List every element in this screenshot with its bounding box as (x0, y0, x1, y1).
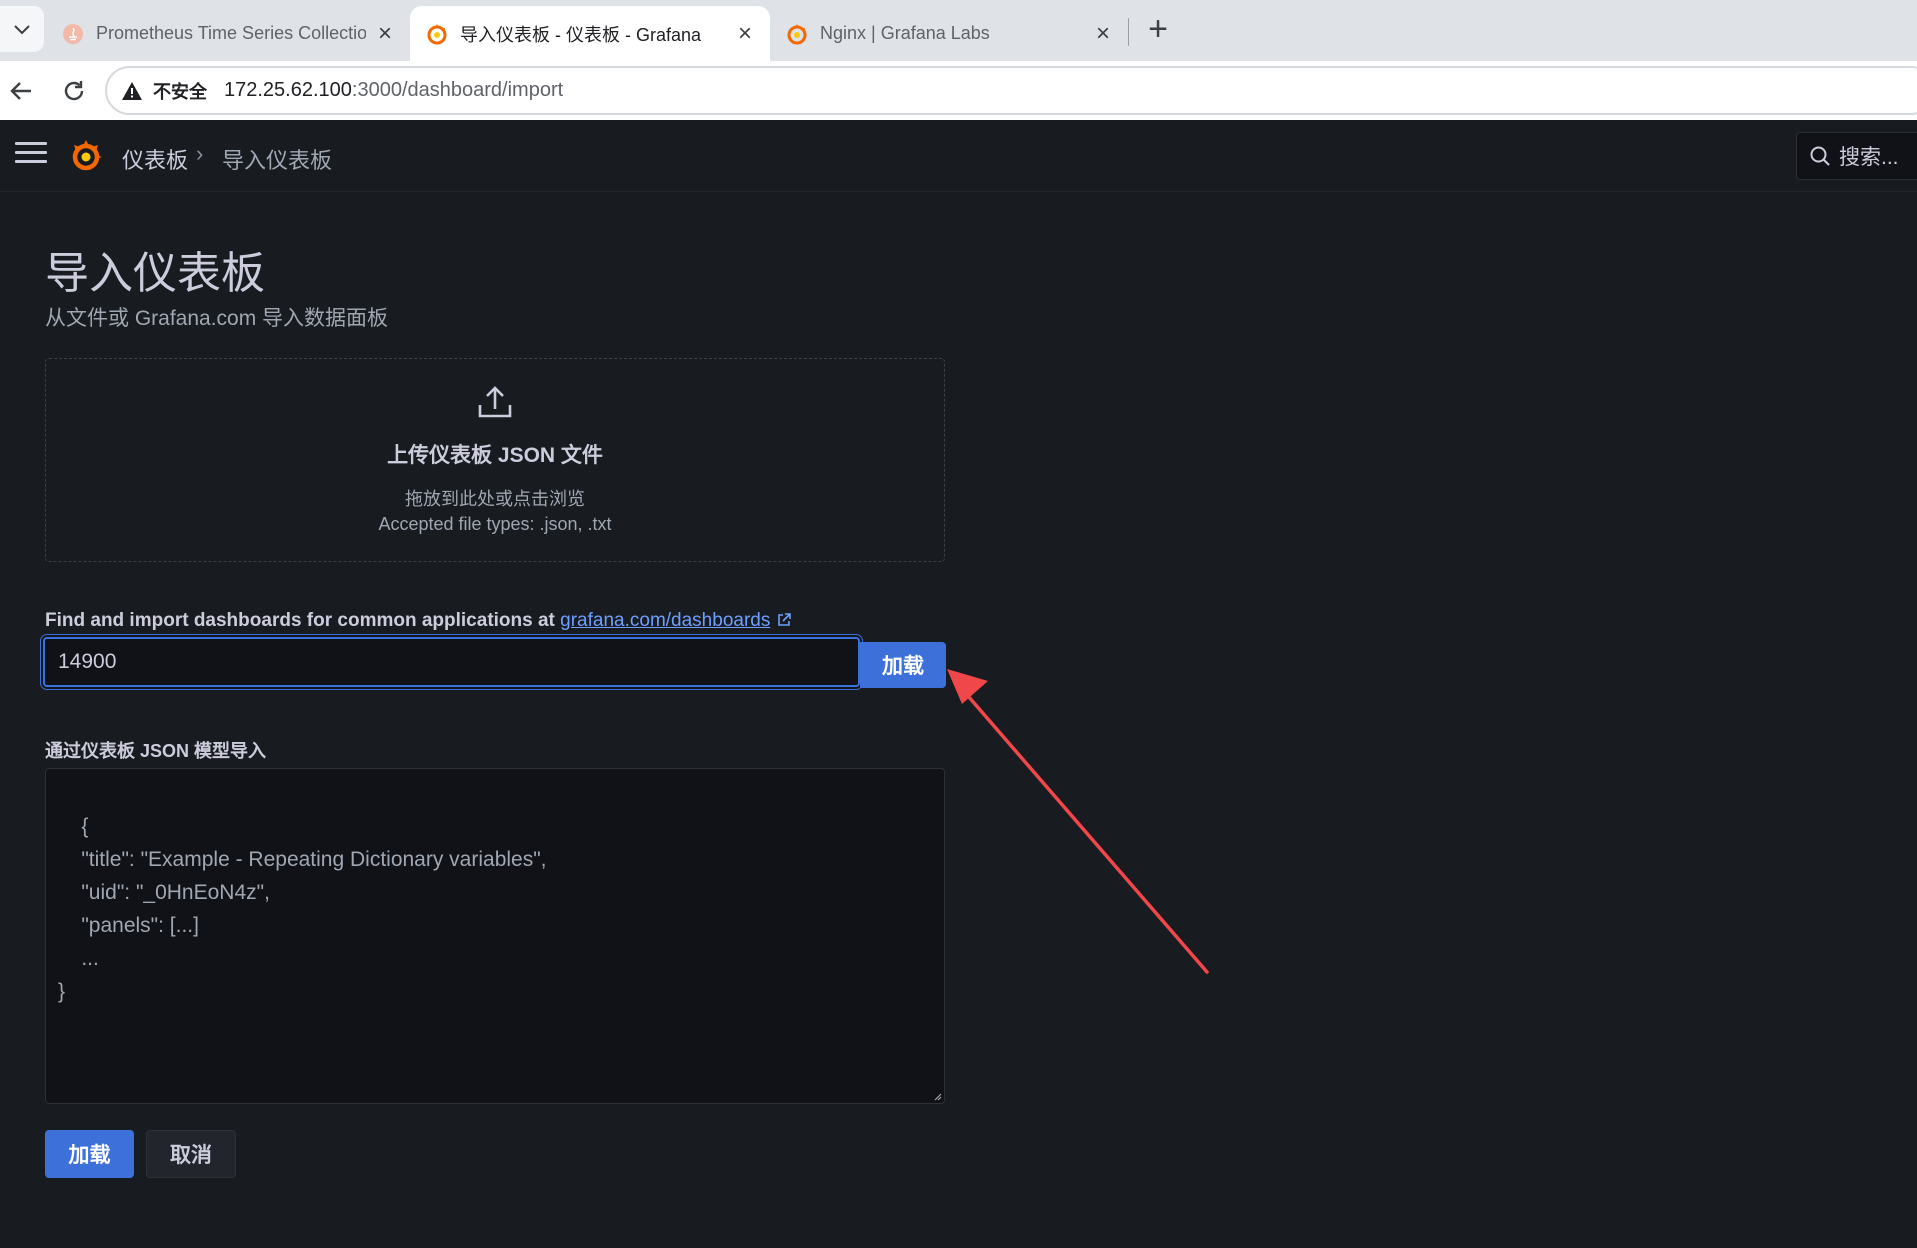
url-field[interactable]: 不安全 172.25.62.100:3000/dashboard/import (105, 66, 1917, 115)
search-input[interactable]: 搜索... (1796, 132, 1917, 180)
grafana-icon (787, 23, 807, 44)
reload-button[interactable] (58, 75, 90, 107)
search-icon (1810, 146, 1830, 166)
address-bar: 不安全 172.25.62.100:3000/dashboard/import (0, 61, 1917, 120)
upload-hint: 拖放到此处或点击浏览 (405, 489, 585, 509)
breadcrumb-dashboards[interactable]: 仪表板 (122, 143, 188, 175)
upload-accepted-types: Accepted file types: .json, .txt (378, 514, 612, 534)
tab-nginx[interactable]: Nginx | Grafana Labs × (770, 6, 1128, 61)
tab-list-button[interactable] (0, 6, 44, 52)
tab-divider (1128, 18, 1129, 46)
page-title: 导入仪表板 (45, 249, 265, 298)
grafana-top-bar: 仪表板 › 导入仪表板 搜索... (0, 120, 1917, 192)
json-model-placeholder: { "title": "Example - Repeating Dictiona… (58, 815, 547, 1003)
find-label-text: Find and import dashboards for common ap… (45, 610, 561, 631)
reload-icon (64, 81, 84, 101)
find-dashboards-label: Find and import dashboards for common ap… (45, 610, 792, 632)
close-icon[interactable]: × (1092, 21, 1114, 45)
close-icon[interactable]: × (374, 21, 396, 45)
resize-grip-icon[interactable] (932, 1091, 942, 1101)
close-icon[interactable]: × (734, 21, 756, 45)
upload-icon (478, 386, 512, 418)
search-placeholder: 搜索... (1839, 146, 1899, 169)
tab-grafana-import[interactable]: 导入仪表板 - 仪表板 - Grafana × (410, 6, 770, 61)
tab-title: Prometheus Time Series Collection (96, 23, 366, 43)
chevron-down-icon (14, 25, 30, 35)
back-button[interactable] (5, 75, 37, 107)
json-model-textarea[interactable]: { "title": "Example - Repeating Dictiona… (45, 768, 945, 1104)
prometheus-icon (63, 23, 83, 44)
page-subtitle: 从文件或 Grafana.com 导入数据面板 (45, 307, 389, 330)
grafana-icon (427, 23, 447, 44)
dashboard-id-input[interactable] (43, 637, 860, 687)
url-host: 172.25.62.100 (224, 79, 352, 101)
grafana-dashboards-link[interactable]: grafana.com/dashboards (560, 610, 770, 631)
tab-title: Nginx | Grafana Labs (820, 23, 990, 43)
new-tab-button[interactable]: + (1142, 12, 1174, 48)
tab-prometheus[interactable]: Prometheus Time Series Collection × (46, 6, 410, 61)
upload-title: 上传仪表板 JSON 文件 (387, 444, 603, 467)
arrow-left-icon (10, 82, 31, 100)
load-id-button[interactable]: 加载 (860, 642, 946, 688)
tab-title: 导入仪表板 - 仪表板 - Grafana (460, 24, 702, 45)
upload-dropzone[interactable]: 上传仪表板 JSON 文件 拖放到此处或点击浏览 Accepted file t… (45, 358, 945, 562)
import-page: 导入仪表板 从文件或 Grafana.com 导入数据面板 上传仪表板 JSON… (0, 192, 1917, 1248)
external-link-icon[interactable] (776, 612, 792, 628)
load-button[interactable]: 加载 (45, 1130, 134, 1178)
url-path: :3000/dashboard/import (351, 79, 564, 101)
browser-tab-bar: Prometheus Time Series Collection × 导入仪表… (0, 0, 1917, 61)
warning-icon (122, 81, 142, 100)
grafana-logo-icon[interactable] (68, 138, 104, 174)
breadcrumb-current: 导入仪表板 (222, 148, 333, 173)
breadcrumb-separator: › (196, 141, 204, 166)
security-label: 不安全 (153, 81, 207, 102)
menu-icon[interactable] (15, 142, 47, 168)
cancel-button[interactable]: 取消 (146, 1130, 236, 1178)
json-model-label: 通过仪表板 JSON 模型导入 (45, 741, 267, 761)
